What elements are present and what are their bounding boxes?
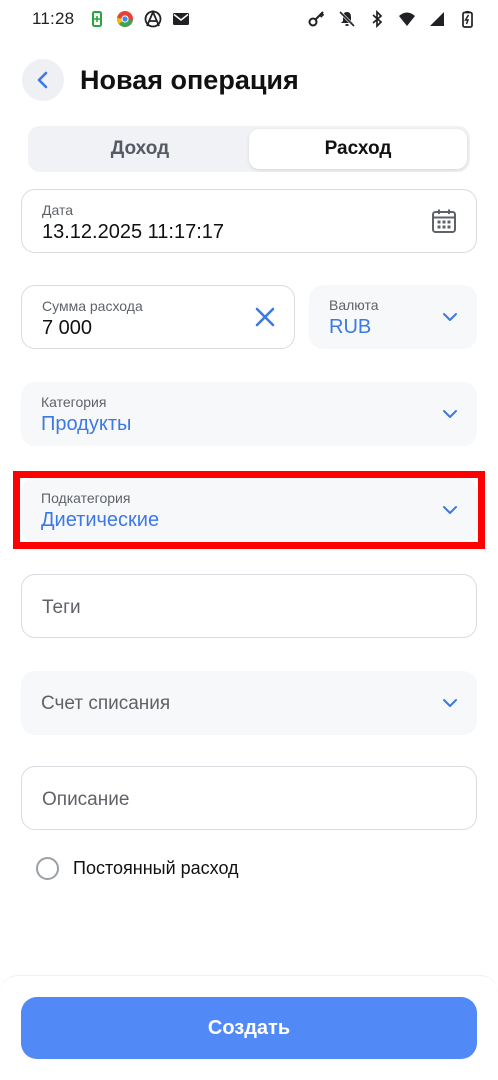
description-field[interactable]: Описание: [21, 766, 477, 830]
amount-value: 7 000: [42, 317, 93, 339]
back-button[interactable]: [22, 59, 64, 101]
recurring-label: Постоянный расход: [73, 858, 239, 878]
tab-income[interactable]: Доход: [31, 129, 249, 169]
status-bar: 11:28: [0, 0, 498, 38]
chevron-down-icon: [441, 308, 459, 326]
date-label: Дата: [42, 202, 74, 218]
chevron-down-icon: [441, 405, 459, 423]
navigation-bar: [0, 1074, 498, 1080]
category-select[interactable]: Категория Продукты: [21, 382, 477, 446]
header: Новая операция: [22, 58, 299, 102]
highlight-box: [13, 471, 485, 549]
amount-field[interactable]: Сумма расхода 7 000: [21, 285, 295, 349]
bluetooth-icon: [372, 10, 383, 28]
account-select[interactable]: Счет списания: [21, 671, 477, 735]
date-field[interactable]: Дата 13.12.2025 11:17:17: [21, 189, 477, 253]
status-right-icons: [308, 10, 476, 28]
tags-field[interactable]: Теги: [21, 574, 477, 638]
page-title: Новая операция: [80, 64, 299, 95]
description-placeholder: Описание: [42, 789, 130, 810]
arrow-left-icon: [37, 71, 48, 89]
tab-expense[interactable]: Расход: [249, 129, 467, 169]
currency-label: Валюта: [329, 297, 379, 313]
currency-value: RUB: [329, 316, 372, 338]
anarchy-icon: [144, 10, 162, 28]
account-placeholder: Счет списания: [41, 693, 171, 714]
tags-placeholder: Теги: [42, 597, 81, 618]
recurring-radio[interactable]: [36, 857, 59, 880]
status-left-icons: [88, 10, 190, 28]
signal-icon: [430, 12, 444, 26]
date-value: 13.12.2025 11:17:17: [42, 221, 225, 243]
currency-select[interactable]: Валюта RUB: [309, 285, 477, 349]
calendar-icon[interactable]: [430, 207, 458, 235]
battery-saver-icon: [92, 11, 103, 27]
mail-icon: [173, 13, 190, 25]
recurring-expense-option[interactable]: Постоянный расход: [36, 857, 239, 880]
create-button[interactable]: Создать: [21, 997, 477, 1059]
operation-type-tabs: Доход Расход: [28, 126, 470, 172]
category-value: Продукты: [41, 413, 132, 435]
status-time: 11:28: [32, 9, 75, 28]
wifi-icon: [399, 12, 415, 26]
key-icon: [308, 11, 325, 27]
clear-icon[interactable]: [254, 306, 276, 328]
category-label: Категория: [41, 394, 107, 410]
mute-icon: [338, 10, 356, 28]
battery-charging-icon: [462, 11, 473, 28]
amount-label: Сумма расхода: [42, 298, 143, 314]
chevron-down-icon: [441, 694, 459, 712]
chrome-icon: [117, 11, 134, 27]
